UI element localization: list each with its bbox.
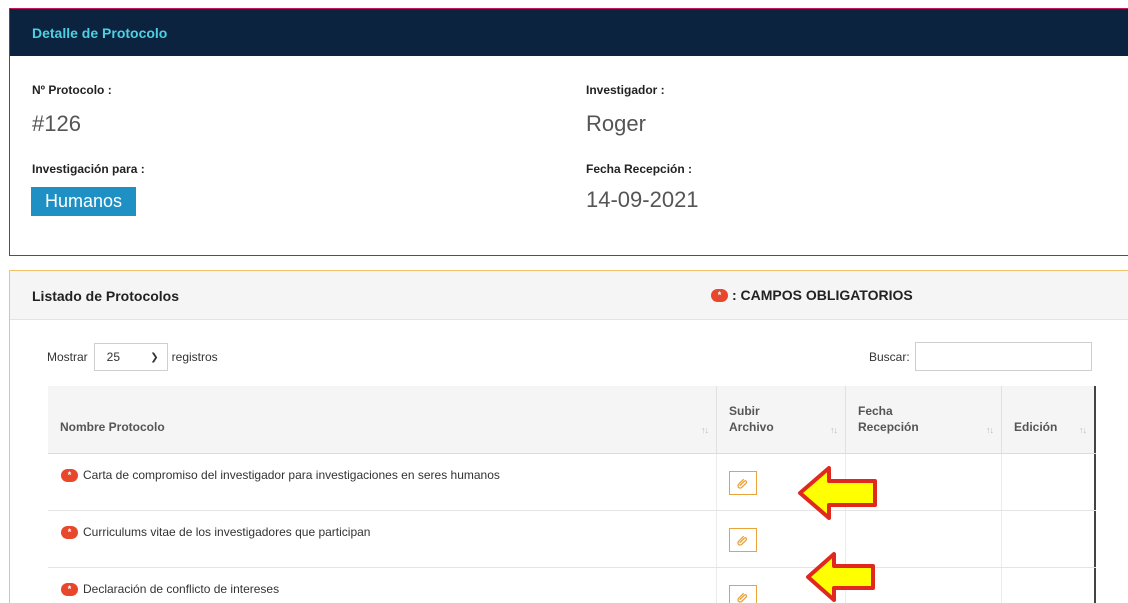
upload-file-button[interactable] [729,585,757,603]
column-header-upload[interactable]: Subir Archivo ↑↓ [717,386,846,453]
upload-file-button[interactable] [729,471,757,495]
table-row: * Curriculums vitae de los investigadores… [48,511,1096,568]
reception-date-value: 14-09-2021 [586,187,699,212]
protocol-name: Curriculums vitae de los investigadores … [83,525,371,539]
list-header: Listado de Protocolos * : CAMPOS OBLIGAT… [10,271,1128,320]
search-input[interactable] [914,342,1092,371]
column-header-edit[interactable]: Edición ↑↓ [1002,386,1096,453]
column-label: Nombre Protocolo [60,420,165,434]
page-size-value: 25 [106,350,121,364]
detail-header: Detalle de Protocolo [10,9,1128,56]
edit-cell [1002,511,1096,567]
chevron-down-icon: ❯ [150,351,159,363]
protocol-name: Declaración de conflicto de intereses [83,582,280,596]
investigator-label: Investigador : [586,83,665,97]
research-for-badge: Humanos [31,187,137,216]
upload-file-button[interactable] [729,528,757,552]
required-marker-icon: * [61,525,78,539]
sort-icon: ↑↓ [1079,425,1087,435]
column-label: Edición [1014,420,1058,434]
required-fields-legend: * : CAMPOS OBLIGATORIOS [711,287,913,303]
records-label: registros [171,350,218,364]
left-arrow-icon [806,552,875,602]
protocol-name-cell: * Carta de compromiso del investigador pa… [48,454,717,510]
protocol-table: Nombre Protocolo ↑↓ Subir Archivo ↑↓ Fec… [48,386,1096,603]
protocol-number-value: #126 [32,111,81,136]
sort-icon: ↑↓ [986,425,994,435]
paperclip-icon [737,592,748,603]
edit-cell [1002,454,1096,510]
sort-icon: ↑↓ [701,425,709,435]
investigator-value: Roger [586,111,646,136]
page-size-control: Mostrar 25 ❯ registros [47,343,218,371]
left-arrow-icon [798,466,877,520]
sort-icon: ↑↓ [830,425,838,435]
column-label: Subir Archivo [729,404,774,434]
search-label: Buscar: [869,349,910,364]
column-header-date[interactable]: Fecha Recepción ↑↓ [846,386,1002,453]
detail-title: Detalle de Protocolo [32,24,168,41]
list-title: Listado de Protocolos [32,288,180,304]
research-for-label: Investigación para : [32,162,145,176]
show-label: Mostrar [47,350,88,364]
required-marker-icon: * [61,582,78,596]
paperclip-icon [737,535,748,546]
required-marker-icon: * [711,288,728,302]
protocol-detail-card: Detalle de Protocolo Nº Protocolo : #126… [9,8,1128,256]
paperclip-icon [737,478,748,489]
search-control: Buscar: [869,342,1092,371]
table-header: Nombre Protocolo ↑↓ Subir Archivo ↑↓ Fec… [48,386,1096,454]
table-row: * Declaración de conflicto de intereses [48,568,1096,603]
table-row: * Carta de compromiso del investigador pa… [48,454,1096,511]
required-legend-text: : CAMPOS OBLIGATORIOS [732,287,913,303]
protocol-name-cell: * Declaración de conflicto de intereses [48,568,717,603]
required-marker-icon: * [61,468,78,482]
reception-date-label: Fecha Recepción : [586,162,693,176]
column-header-name[interactable]: Nombre Protocolo ↑↓ [48,386,717,453]
page-size-select[interactable]: 25 ❯ [93,343,168,371]
protocol-name-cell: * Curriculums vitae de los investigadores… [48,511,717,567]
column-label: Fecha Recepción [858,404,919,434]
protocol-number-label: Nº Protocolo : [32,83,112,97]
protocol-name: Carta de compromiso del investigador par… [83,468,500,482]
edit-cell [1002,568,1096,603]
protocol-list-card: Listado de Protocolos * : CAMPOS OBLIGAT… [9,270,1128,603]
